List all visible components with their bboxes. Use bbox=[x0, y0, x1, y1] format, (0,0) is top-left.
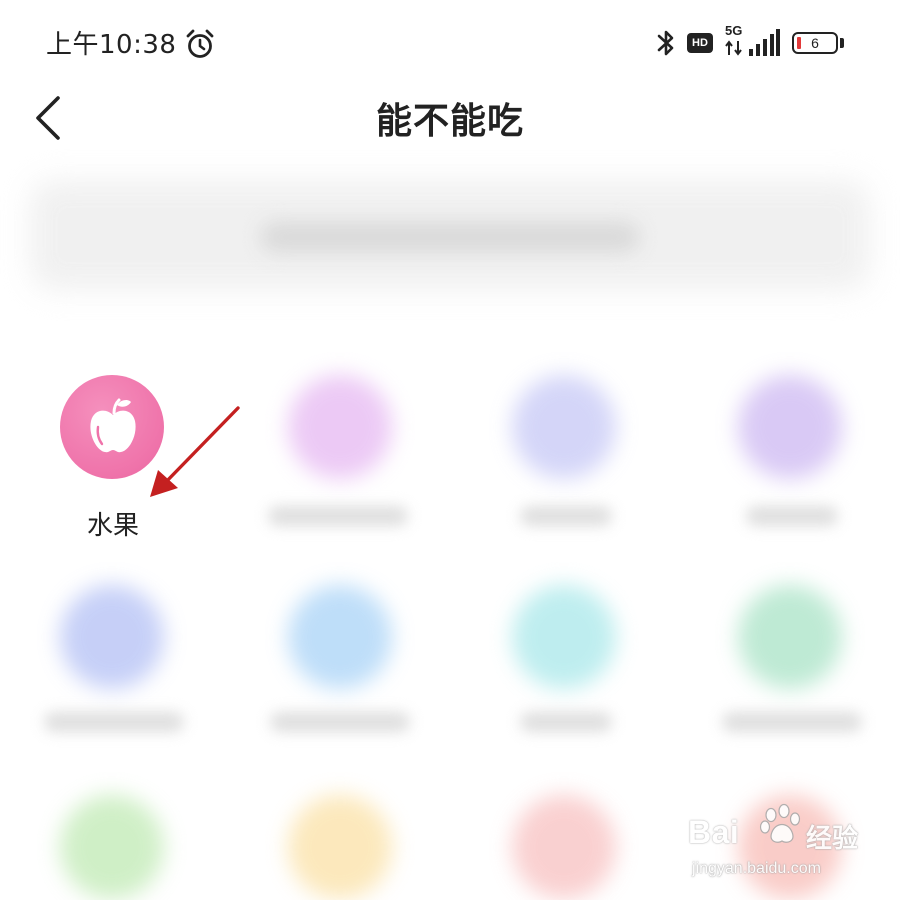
page-title: 能不能吃 bbox=[375, 101, 524, 142]
category-icon-blurred[interactable] bbox=[288, 375, 392, 479]
category-label-blurred bbox=[268, 506, 408, 526]
category-label-blurred bbox=[520, 506, 612, 526]
watermark-logo: Bai bbox=[688, 814, 740, 850]
category-icon-blurred[interactable] bbox=[512, 795, 616, 899]
category-label-fruit: 水果 bbox=[86, 511, 139, 541]
category-icon-blurred[interactable] bbox=[60, 795, 164, 899]
category-icon-blurred[interactable] bbox=[738, 375, 842, 479]
battery-icon: 6 bbox=[792, 32, 838, 54]
network-type-label: 5G bbox=[725, 23, 743, 38]
category-label-blurred bbox=[270, 712, 410, 732]
category-icon-blurred[interactable] bbox=[512, 375, 616, 479]
hd-badge: HD bbox=[687, 33, 713, 53]
alarm-clock-icon bbox=[186, 29, 214, 58]
category-label-blurred bbox=[520, 712, 612, 732]
category-label-blurred bbox=[746, 506, 838, 526]
category-label-blurred bbox=[722, 712, 862, 732]
signal-strength-icon bbox=[749, 29, 780, 56]
category-icon-blurred[interactable] bbox=[512, 585, 616, 689]
status-time: 上午10:38 bbox=[46, 30, 177, 60]
baidu-jingyan-watermark: Bai 经验 jingyan.baidu.com bbox=[688, 800, 878, 890]
search-placeholder-blurred bbox=[260, 222, 640, 252]
category-icon-blurred[interactable] bbox=[60, 585, 164, 689]
data-arrows-icon bbox=[725, 40, 742, 56]
category-label-blurred bbox=[44, 712, 184, 732]
apple-icon bbox=[90, 398, 136, 453]
bluetooth-icon bbox=[657, 30, 674, 56]
watermark-text: 经验 bbox=[806, 824, 859, 854]
annotation-arrow-icon bbox=[150, 406, 240, 497]
watermark-url: jingyan.baidu.com bbox=[692, 860, 821, 877]
battery-cap bbox=[840, 38, 844, 48]
battery-level: 6 bbox=[811, 35, 819, 51]
status-bar: 上午10:38 HD 5G 6 bbox=[0, 0, 900, 86]
category-icon-blurred[interactable] bbox=[288, 585, 392, 689]
category-icon-blurred[interactable] bbox=[738, 585, 842, 689]
paw-icon bbox=[759, 803, 801, 843]
category-icon-blurred[interactable] bbox=[288, 795, 392, 899]
